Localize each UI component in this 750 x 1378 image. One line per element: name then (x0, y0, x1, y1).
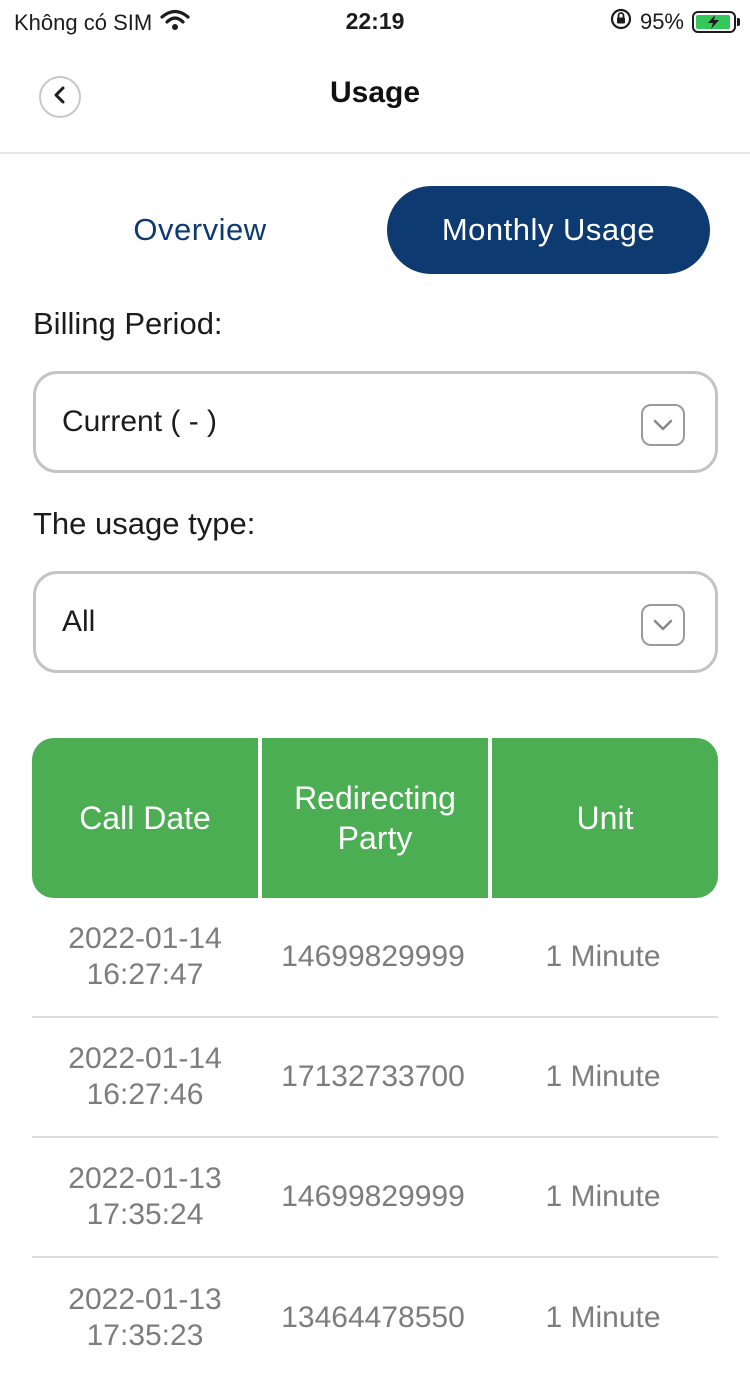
chevron-down-icon (641, 604, 685, 646)
usage-type-label: The usage type: (33, 506, 256, 541)
call-date: 2022-01-13 (68, 1283, 222, 1316)
call-date: 2022-01-14 (68, 922, 222, 955)
column-header-redirecting-party-label: Redirecting Party (294, 780, 456, 856)
call-date: 2022-01-13 (68, 1162, 222, 1195)
billing-period-select[interactable]: Current ( - ) (33, 371, 718, 473)
call-date-cell: 2022-01-13 17:35:24 (32, 1161, 258, 1233)
table-row: 2022-01-14 16:27:46 17132733700 1 Minute (32, 1018, 718, 1138)
usage-table-header: Call Date Redirecting Party Unit (32, 738, 718, 898)
nav-bar: Usage (0, 44, 750, 154)
orientation-lock-icon (610, 8, 632, 36)
call-date-cell: 2022-01-14 16:27:46 (32, 1041, 258, 1113)
call-date-cell: 2022-01-13 17:35:23 (32, 1282, 258, 1354)
usage-tabs: Overview Monthly Usage (32, 186, 718, 274)
column-header-call-date: Call Date (32, 738, 258, 898)
usage-type-select[interactable]: All (33, 571, 718, 673)
billing-period-value: Current ( - ) (62, 405, 218, 438)
redirecting-party-cell: 13464478550 (281, 1301, 465, 1334)
unit-cell: 1 Minute (545, 1301, 661, 1334)
call-time: 16:27:46 (86, 1078, 204, 1111)
table-row: 2022-01-13 17:35:23 13464478550 1 Minute (32, 1258, 718, 1378)
call-date: 2022-01-14 (68, 1042, 222, 1075)
usage-table-body: 2022-01-14 16:27:47 14699829999 1 Minute… (32, 898, 718, 1378)
page-title: Usage (329, 76, 421, 109)
call-time: 17:35:23 (86, 1319, 204, 1352)
unit-cell: 1 Minute (545, 1060, 661, 1093)
usage-type-value: All (62, 605, 96, 638)
redirecting-party-cell: 14699829999 (281, 940, 465, 973)
unit-cell: 1 Minute (545, 940, 661, 973)
billing-period-label: Billing Period: (33, 306, 223, 341)
tab-monthly-usage[interactable]: Monthly Usage (387, 186, 710, 274)
table-row: 2022-01-14 16:27:47 14699829999 1 Minute (32, 898, 718, 1018)
call-date-cell: 2022-01-14 16:27:47 (32, 921, 258, 993)
status-right: 95% (610, 8, 740, 36)
redirecting-party-cell: 14699829999 (281, 1180, 465, 1213)
battery-percent: 95% (639, 9, 684, 34)
redirecting-party-cell: 17132733700 (281, 1060, 465, 1093)
tab-overview[interactable]: Overview (32, 186, 368, 274)
table-row: 2022-01-13 17:35:24 14699829999 1 Minute (32, 1138, 718, 1258)
call-time: 16:27:47 (86, 958, 204, 991)
chevron-down-icon (641, 404, 685, 446)
battery-icon (692, 11, 740, 33)
call-time: 17:35:24 (86, 1198, 204, 1231)
column-header-unit: Unit (492, 738, 718, 898)
unit-cell: 1 Minute (545, 1180, 661, 1213)
column-header-redirecting-party: Redirecting Party (262, 738, 488, 898)
status-bar: Không có SIM 22:19 95% (0, 0, 750, 44)
